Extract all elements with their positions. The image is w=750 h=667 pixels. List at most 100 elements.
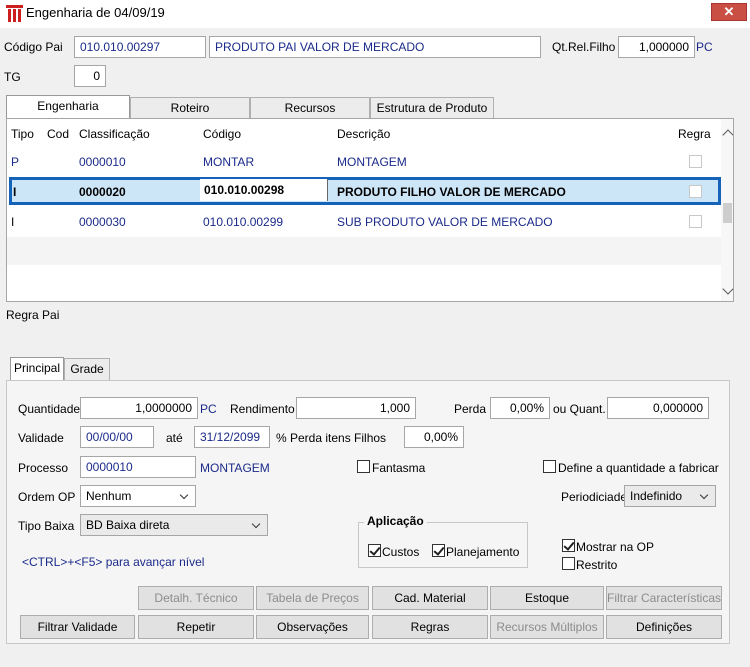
regra-checkbox[interactable] (689, 155, 702, 168)
cell-classificacao: 0000020 (79, 185, 126, 199)
app-logo-icon (6, 5, 23, 22)
ordem-op-select[interactable]: Nenhum (80, 485, 196, 507)
regra-checkbox[interactable] (689, 215, 702, 228)
restrito-label: Restrito (576, 558, 618, 572)
empty-row (7, 237, 721, 265)
perda-label: Perda (454, 402, 487, 416)
bottom-tabs: Principal Grade (10, 357, 210, 380)
perda-filhos-input[interactable]: 0,00% (404, 426, 464, 448)
tab-engenharia[interactable]: Engenharia (6, 95, 130, 119)
codigo-pai-input[interactable]: 010.010.00297 (74, 36, 206, 58)
mostrar-op-checkbox[interactable] (562, 539, 575, 552)
tipo-baixa-value: BD Baixa direta (86, 518, 170, 532)
cell-tipo: P (11, 155, 20, 169)
descricao-pai-input[interactable]: PRODUTO PAI VALOR DE MERCADO (209, 36, 541, 58)
perda-input[interactable]: 0,00% (490, 397, 550, 419)
cell-codigo: 010.010.00298 (204, 183, 285, 197)
restrito-checkbox[interactable] (562, 557, 575, 570)
tg-input[interactable]: 0 (74, 65, 106, 87)
col-codigo[interactable]: Código (203, 127, 241, 141)
qt-rel-filho-input[interactable]: 1,000000 (618, 36, 695, 58)
engenharia-grid[interactable]: Tipo Cod Classificação Código Descrição … (6, 118, 734, 302)
cell-codigo: MONTAR (203, 155, 255, 169)
estoque-button[interactable]: Estoque (490, 586, 604, 610)
ou-quant-label: ou Quant. (553, 402, 606, 416)
validade-ate-input[interactable]: 31/12/2099 (194, 426, 270, 448)
cell-tipo: I (13, 185, 17, 199)
codigo-pai-label: Código Pai (4, 40, 63, 54)
mostrar-op-label: Mostrar na OP (576, 540, 655, 554)
tab-roteiro[interactable]: Roteiro (130, 97, 250, 119)
define-quantidade-checkbox[interactable] (543, 460, 556, 473)
cell-classificacao: 0000030 (79, 215, 126, 229)
ou-quant-input[interactable]: 0,000000 (607, 397, 709, 419)
grid-scrollbar[interactable] (721, 119, 733, 301)
define-quantidade-label: Define a quantidade a fabricar (558, 461, 719, 475)
cell-descricao: MONTAGEM (337, 155, 407, 169)
custos-label: Custos (382, 545, 420, 559)
rendimento-input[interactable]: 1,000 (296, 397, 416, 419)
quantidade-unit: PC (200, 402, 217, 416)
planejamento-checkbox[interactable] (432, 544, 445, 557)
col-tipo[interactable]: Tipo (11, 127, 34, 141)
repetir-button[interactable]: Repetir (138, 615, 254, 639)
fantasma-checkbox[interactable] (357, 460, 370, 473)
periodicidade-value: Indefinido (630, 489, 683, 503)
col-regra[interactable]: Regra (678, 127, 711, 141)
top-tabs: Engenharia Roteiro Recursos Estrutura de… (6, 95, 506, 119)
fantasma-label: Fantasma (372, 461, 426, 475)
tipo-baixa-select[interactable]: BD Baixa direta (80, 514, 268, 536)
validade-label: Validade (18, 431, 64, 445)
tabela-precos-button[interactable]: Tabela de Preços (256, 586, 369, 610)
col-cod[interactable]: Cod (47, 127, 69, 141)
cad-material-button[interactable]: Cad. Material (372, 586, 488, 610)
table-row[interactable]: P 0000010 MONTAR MONTAGEM (7, 149, 721, 175)
tab-recursos[interactable]: Recursos (250, 97, 370, 119)
aplicacao-label: Aplicação (364, 514, 427, 528)
periodicidade-label: Periodiciade (561, 490, 628, 504)
processo-label: Processo (18, 461, 69, 475)
regra-pai-label: Regra Pai (6, 308, 60, 322)
close-button[interactable]: ✕ (711, 3, 747, 21)
qt-rel-filho-label: Qt.Rel.Filho (552, 40, 616, 54)
processo-desc: MONTAGEM (200, 461, 270, 475)
detalh-tecnico-button[interactable]: Detalh. Técnico (138, 586, 254, 610)
cell-tipo: I (11, 215, 15, 229)
quantidade-label: Quantidade (18, 402, 81, 416)
regra-checkbox[interactable] (689, 185, 702, 198)
filtrar-caracteristicas-button[interactable]: Filtrar Características (606, 586, 722, 610)
filtrar-validade-button[interactable]: Filtrar Validade (20, 615, 135, 639)
regras-button[interactable]: Regras (372, 615, 488, 639)
title-bar: Engenharia de 04/09/19 ✕ (0, 0, 750, 28)
tab-grade[interactable]: Grade (64, 358, 110, 380)
col-descricao[interactable]: Descrição (337, 127, 390, 141)
scroll-down-icon[interactable] (722, 283, 733, 295)
periodicidade-select[interactable]: Indefinido (624, 485, 716, 507)
cell-descricao: PRODUTO FILHO VALOR DE MERCADO (337, 185, 566, 199)
table-row[interactable]: I 0000030 010.010.00299 SUB PRODUTO VALO… (7, 209, 721, 235)
observacoes-button[interactable]: Observações (256, 615, 369, 639)
validade-de-input[interactable]: 00/00/00 (80, 426, 154, 448)
scroll-thumb[interactable] (723, 203, 732, 223)
ordem-op-label: Ordem OP (18, 490, 76, 504)
cell-classificacao: 0000010 (79, 155, 126, 169)
custos-checkbox[interactable] (368, 544, 381, 557)
quantidade-input[interactable]: 1,0000000 (80, 397, 198, 419)
perda-filhos-label: % Perda itens Filhos (276, 431, 387, 445)
tab-principal[interactable]: Principal (10, 357, 64, 380)
recursos-multiplos-button[interactable]: Recursos Múltiplos (490, 615, 604, 639)
window-title: Engenharia de 04/09/19 (26, 5, 165, 20)
tipo-baixa-label: Tipo Baixa (18, 519, 75, 533)
col-classificacao[interactable]: Classificação (79, 127, 150, 141)
tab-estrutura-produto[interactable]: Estrutura de Produto (370, 97, 494, 119)
cell-descricao: SUB PRODUTO VALOR DE MERCADO (337, 215, 553, 229)
scroll-up-icon[interactable] (722, 129, 733, 141)
ctrl-f5-hint: <CTRL>+<F5> para avançar nível (22, 555, 205, 569)
rendimento-label: Rendimento (230, 402, 295, 416)
codigo-edit-input[interactable]: 010.010.00298 (200, 179, 328, 201)
definicoes-button[interactable]: Definições (606, 615, 722, 639)
processo-input[interactable]: 0000010 (80, 456, 196, 478)
ordem-op-value: Nenhum (86, 489, 132, 503)
table-row-selected[interactable]: I 0000020 010.010.00298 PRODUTO FILHO VA… (9, 177, 721, 205)
qt-unit: PC (696, 40, 713, 54)
